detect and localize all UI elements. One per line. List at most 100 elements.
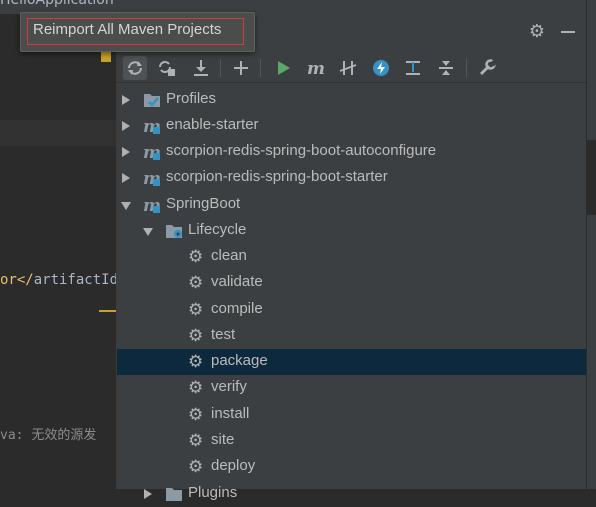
main-toolbar [117, 0, 586, 8]
tree-item-goal[interactable]: ⚙ clean [117, 244, 586, 270]
console-text: 无效的源发 [31, 428, 97, 443]
run-icon [278, 61, 290, 75]
gear-icon: ⚙ [188, 431, 204, 451]
show-dependencies-icon [406, 61, 420, 75]
editor-tab-title: HelloApplication [0, 0, 114, 8]
execute-goal-button[interactable]: m [304, 56, 328, 80]
maven-settings-button[interactable] [475, 56, 499, 80]
collapse-all-icon [439, 61, 453, 75]
maven-module-icon: m [143, 196, 161, 214]
download-icon [194, 60, 208, 76]
reimport-button[interactable] [123, 56, 147, 80]
expand-arrow-icon[interactable] [122, 95, 130, 105]
gear-icon: ⚙ [188, 405, 204, 425]
tree-item-label: validate [211, 273, 263, 290]
tree-item-label: scorpion-redis-spring-boot-starter [166, 168, 388, 185]
tooltip-text: Reimport All Maven Projects [33, 21, 222, 38]
maven-module-icon: m [143, 117, 161, 135]
generate-sources-icon [159, 61, 175, 76]
tree-item-label: site [211, 431, 235, 448]
add-icon [234, 61, 248, 75]
expand-arrow-icon[interactable] [122, 147, 130, 157]
skip-tests-icon [373, 60, 389, 76]
maven-module-icon: m [143, 143, 161, 161]
gear-icon: ⚙ [188, 273, 204, 293]
maven-toolbar: m [117, 54, 586, 83]
gear-icon: ⚙ [188, 247, 204, 267]
gear-icon: ⚙ [188, 352, 204, 372]
lifecycle-folder-icon [166, 225, 182, 238]
show-dependencies-button[interactable] [401, 56, 425, 80]
svg-text:m: m [307, 59, 325, 78]
tree-item-goal[interactable]: ⚙ test [117, 323, 586, 349]
console-line: va: 无效的源发 [0, 424, 117, 444]
tree-item-module[interactable]: m enable-starter [117, 113, 586, 139]
toolbar-separator [220, 59, 221, 77]
gear-icon: ⚙ [188, 457, 204, 477]
expand-arrow-icon[interactable] [122, 173, 130, 183]
generate-sources-button[interactable] [155, 56, 179, 80]
minimize-icon[interactable] [561, 31, 575, 33]
code-tag: or</ [0, 272, 34, 288]
tree-item-label: Plugins [188, 484, 238, 501]
tree-item-label: Profiles [166, 90, 217, 107]
maven-goal-icon: m [307, 59, 325, 78]
bookmark-marker [101, 52, 111, 62]
expand-arrow-icon[interactable] [144, 489, 152, 499]
code-line: or</artifactId [0, 272, 117, 292]
tree-item-label: SpringBoot [166, 195, 241, 212]
code-editor[interactable]: HelloApplication or</artifactId va: 无效的源… [0, 0, 150, 489]
tree-item-label: deploy [211, 457, 256, 474]
tree-item-goal[interactable]: ⚙ compile [117, 297, 586, 323]
expand-arrow-icon[interactable] [122, 121, 130, 131]
toggle-offline-button[interactable] [336, 56, 360, 80]
collapse-arrow-icon[interactable] [121, 202, 131, 210]
gear-icon: ⚙ [188, 326, 204, 346]
tree-item-goal-selected[interactable]: ⚙ package [117, 349, 586, 375]
skip-tests-button[interactable] [369, 56, 393, 80]
right-tool-stripe [586, 0, 596, 489]
tree-item-label: install [211, 405, 250, 422]
side-tab-maven[interactable] [587, 140, 596, 215]
tree-item-goal[interactable]: ⚙ validate [117, 270, 586, 296]
tree-item-module[interactable]: m scorpion-redis-spring-boot-starter [117, 165, 586, 191]
tree-item-label: package [211, 352, 268, 369]
tree-item-label: clean [211, 247, 247, 264]
code-tag-name: artifactId [33, 272, 117, 288]
toolbar-separator [466, 59, 467, 77]
gear-icon: ⚙ [188, 378, 204, 398]
tree-item-label: enable-starter [166, 116, 259, 133]
tree-item-lifecycle[interactable]: Lifecycle [117, 218, 586, 244]
tree-item-module[interactable]: m scorpion-redis-spring-boot-autoconfigu… [117, 139, 586, 165]
settings-wrench-icon [479, 59, 497, 76]
maven-tool-window: ⚙ m Profiles m enable-starter m scorpion… [117, 8, 586, 501]
add-button[interactable] [229, 56, 253, 80]
profiles-icon [144, 94, 160, 107]
reimport-icon [128, 61, 142, 75]
settings-gear-icon[interactable]: ⚙ [527, 22, 547, 42]
tree-item-label: Lifecycle [188, 221, 247, 238]
download-button[interactable] [189, 56, 213, 80]
tree-item-label: compile [211, 300, 263, 317]
tree-item-goal[interactable]: ⚙ install [117, 402, 586, 428]
tree-item-goal[interactable]: ⚙ site [117, 428, 586, 454]
cursor-underline [99, 310, 117, 312]
tree-item-profiles[interactable]: Profiles [117, 87, 586, 113]
tree-item-label: verify [211, 378, 247, 395]
plugins-folder-icon [166, 488, 182, 501]
run-button[interactable] [271, 56, 295, 80]
side-tab-bean-validation[interactable] [587, 330, 596, 470]
toggle-offline-icon [339, 61, 357, 75]
tree-item-label: test [211, 326, 236, 343]
side-tab-database[interactable] [587, 225, 596, 315]
gear-icon: ⚙ [188, 300, 204, 320]
tree-item-plugins[interactable]: Plugins [117, 481, 586, 507]
toolbar-separator [260, 59, 261, 77]
tree-item-goal[interactable]: ⚙ verify [117, 375, 586, 401]
collapse-all-button[interactable] [434, 56, 458, 80]
side-tab-structure[interactable] [587, 40, 596, 130]
tree-item-module[interactable]: m SpringBoot [117, 192, 586, 218]
maven-module-icon: m [143, 169, 161, 187]
tree-item-goal[interactable]: ⚙ deploy [117, 454, 586, 480]
collapse-arrow-icon[interactable] [143, 228, 153, 236]
